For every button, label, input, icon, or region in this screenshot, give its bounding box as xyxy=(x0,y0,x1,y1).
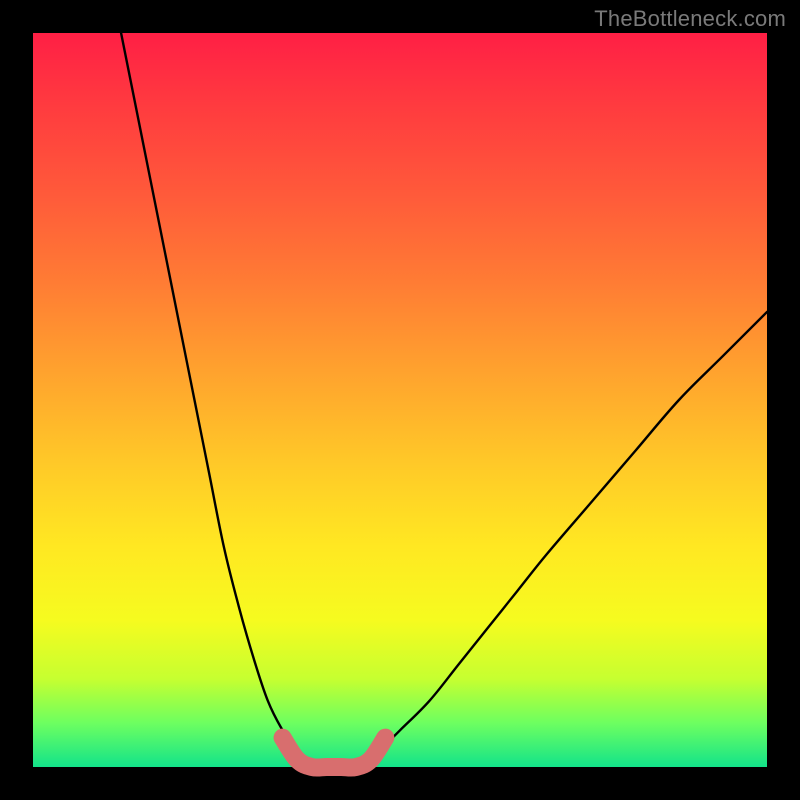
chart-frame: TheBottleneck.com xyxy=(0,0,800,800)
left-curve xyxy=(121,33,312,760)
flat-bottom-highlight xyxy=(283,738,386,768)
right-curve xyxy=(371,312,767,760)
plot-area xyxy=(33,33,767,767)
curves-layer xyxy=(33,33,767,767)
watermark-text: TheBottleneck.com xyxy=(594,6,786,32)
